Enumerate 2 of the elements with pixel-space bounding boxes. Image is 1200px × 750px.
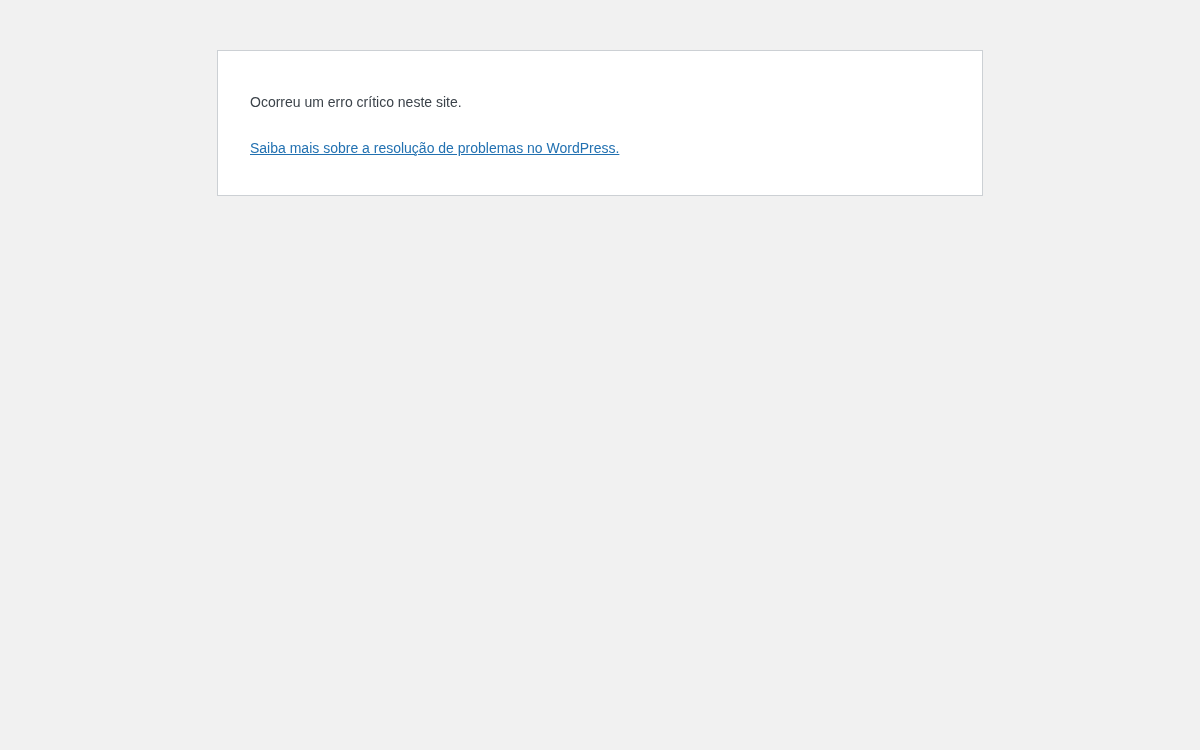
help-link[interactable]: Saiba mais sobre a resolução de problemas no WordPress.	[250, 140, 620, 156]
error-message: Ocorreu um erro crítico neste site.	[250, 93, 463, 112]
